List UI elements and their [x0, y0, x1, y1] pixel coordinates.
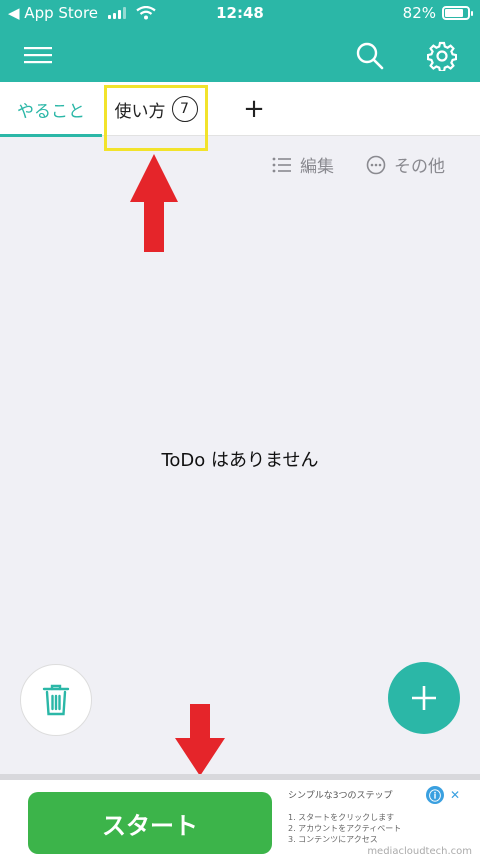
empty-state-message: ToDo はありません — [161, 450, 319, 471]
app-bar — [0, 28, 480, 82]
ad-domain: mediacloudtech.com — [367, 846, 472, 854]
trash-button[interactable] — [20, 664, 92, 736]
ad-step: 2. アカウントをアクティベート — [288, 824, 402, 833]
edit-button[interactable]: 編集 — [272, 152, 334, 177]
ad-info-icon[interactable]: ⓘ — [426, 786, 444, 804]
list-icon — [272, 157, 291, 172]
plus-icon — [412, 686, 436, 710]
add-todo-fab[interactable] — [388, 662, 460, 734]
more-icon — [366, 155, 386, 174]
highlight-box — [104, 85, 208, 151]
battery-percent: 82% — [402, 4, 436, 22]
tab-todo-label: やること — [17, 101, 85, 122]
status-bar: ◀ App Store 12:48 82% — [0, 0, 480, 28]
battery-icon — [442, 6, 473, 20]
active-tab-indicator — [0, 134, 102, 137]
ad-start-button[interactable]: スタート — [28, 792, 272, 854]
gear-icon[interactable] — [422, 36, 462, 76]
more-button[interactable]: その他 — [366, 152, 445, 177]
ad-close-icon[interactable]: ✕ — [446, 786, 464, 804]
add-tab-button[interactable]: + — [236, 82, 272, 136]
more-label: その他 — [394, 157, 445, 177]
ad-step: 1. スタートをクリックします — [288, 813, 395, 822]
ad-step: 3. コンテンツにアクセス — [288, 835, 378, 844]
hamburger-menu-icon[interactable] — [18, 40, 58, 70]
down-arrow-annotation — [175, 704, 225, 776]
trash-icon — [42, 684, 70, 716]
search-icon[interactable] — [350, 36, 390, 76]
edit-label: 編集 — [300, 157, 334, 177]
ad-banner: スタート シンプルな3つのステップ 1. スタートをクリックします 2. アカウ… — [0, 774, 480, 854]
tab-bar: やること 使い方 7 + — [0, 82, 480, 137]
tab-todo[interactable]: やること — [0, 82, 102, 137]
up-arrow-annotation — [130, 154, 178, 252]
ad-title: シンプルな3つのステップ — [288, 791, 393, 801]
